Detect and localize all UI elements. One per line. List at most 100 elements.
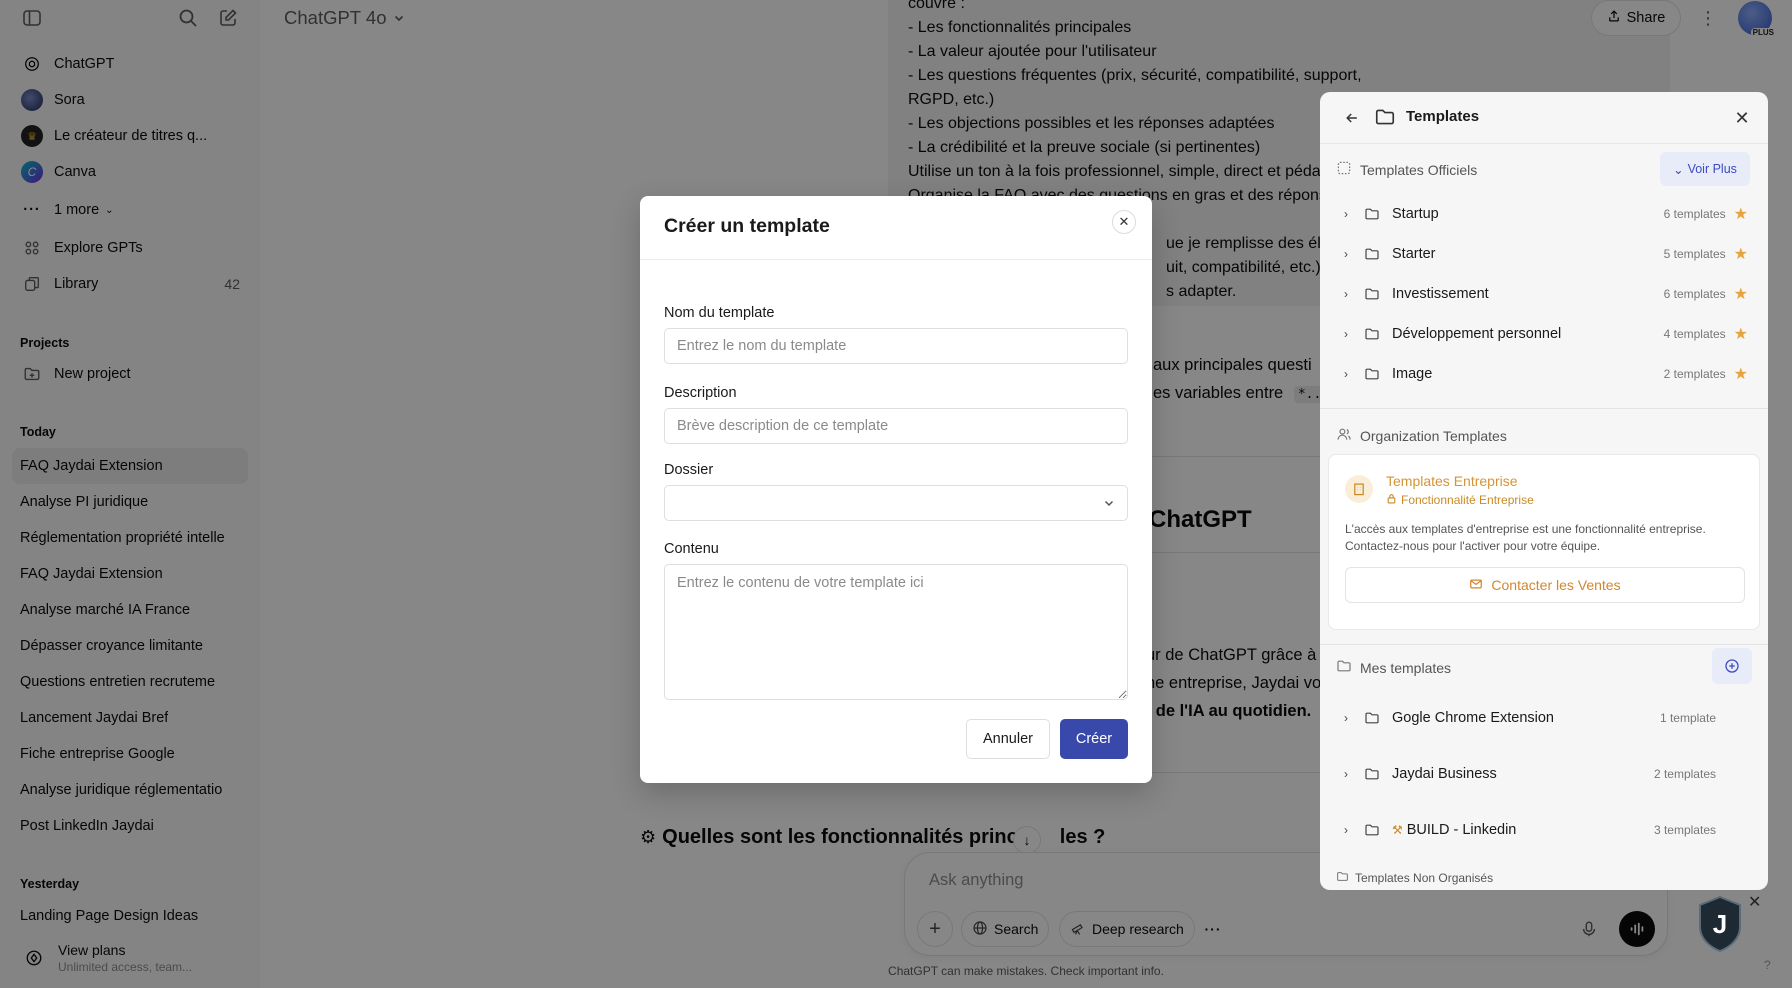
- folder-icon: [1364, 246, 1380, 262]
- content-textarea[interactable]: [664, 564, 1128, 700]
- folder-icon: [1364, 766, 1380, 782]
- folder-icon: [1364, 710, 1380, 726]
- back-arrow-icon[interactable]: [1340, 106, 1364, 130]
- template-count: 6 templates: [1663, 287, 1726, 301]
- chevron-right-icon: ›: [1344, 287, 1348, 301]
- chevron-right-icon: ›: [1344, 823, 1348, 837]
- folder-name: BUILD - Linkedin: [1406, 822, 1517, 838]
- folder-row-investissement[interactable]: › Investissement 6 templates ★: [1344, 274, 1748, 314]
- chevron-down-icon: ⌄: [1673, 162, 1684, 177]
- folder-name: Image: [1392, 366, 1433, 382]
- folder-icon: [1364, 822, 1380, 838]
- chevron-right-icon: ›: [1344, 247, 1348, 261]
- voir-plus-button[interactable]: ⌄ Voir Plus: [1660, 152, 1750, 186]
- dialog-header: Créer un template ✕: [640, 196, 1152, 260]
- chevron-right-icon: ›: [1344, 711, 1348, 725]
- mail-icon: [1469, 577, 1483, 594]
- create-template-dialog: Créer un template ✕ Nom du template Desc…: [640, 196, 1152, 783]
- folder-name: Gogle Chrome Extension: [1392, 710, 1554, 726]
- folder-icon: [1336, 870, 1349, 886]
- star-icon[interactable]: ★: [1734, 284, 1748, 304]
- building-icon: [1345, 475, 1373, 503]
- jaydai-logo-icon: J: [1699, 895, 1741, 953]
- chevron-right-icon: ›: [1344, 327, 1348, 341]
- folder-row-developpement[interactable]: › Développement personnel 4 templates ★: [1344, 314, 1748, 354]
- section-label: Mes templates: [1360, 659, 1452, 676]
- content-label: Contenu: [664, 541, 719, 557]
- create-button[interactable]: Créer: [1060, 719, 1128, 759]
- my-folder-row[interactable]: › ⚒ BUILD - Linkedin 3 templates: [1344, 810, 1724, 850]
- enterprise-card: Templates Entreprise Fonctionnalité Entr…: [1328, 454, 1760, 630]
- star-icon[interactable]: ★: [1734, 364, 1748, 384]
- close-launcher-icon[interactable]: ✕: [1748, 892, 1761, 912]
- star-icon[interactable]: ★: [1734, 324, 1748, 344]
- folder-icon: [1364, 366, 1380, 382]
- chevron-right-icon: ›: [1344, 367, 1348, 381]
- star-icon[interactable]: ★: [1734, 204, 1748, 224]
- templates-panel-title: Templates: [1406, 108, 1480, 125]
- folder-icon: [1364, 206, 1380, 222]
- folder-open-icon: [1374, 106, 1396, 131]
- my-templates-heading: Mes templates: [1336, 658, 1451, 677]
- add-template-button[interactable]: [1712, 648, 1752, 684]
- folder-label: Dossier: [664, 462, 714, 478]
- enterprise-description: L'accès aux templates d'entreprise est u…: [1345, 522, 1706, 553]
- description-label: Description: [664, 385, 737, 401]
- section-label: Templates Officiels: [1360, 161, 1478, 178]
- template-count: 6 templates: [1663, 207, 1726, 221]
- template-name-label: Nom du template: [664, 305, 775, 321]
- unorganized-templates-heading: Templates Non Organisés: [1336, 870, 1493, 886]
- folder-icon: [1364, 326, 1380, 342]
- folder-name: Starter: [1392, 246, 1436, 262]
- folder-select[interactable]: [664, 485, 1128, 521]
- templates-icon: [1336, 160, 1352, 179]
- template-count: 5 templates: [1663, 247, 1726, 261]
- template-name-input[interactable]: [664, 328, 1128, 364]
- folder-icon: [1336, 658, 1352, 677]
- organization-templates-heading: Organization Templates: [1336, 426, 1507, 445]
- close-icon[interactable]: ✕: [1112, 210, 1136, 234]
- build-emoji-icon: ⚒: [1392, 823, 1403, 837]
- folder-name: Jaydai Business: [1392, 766, 1497, 782]
- folder-row-startup[interactable]: › Startup 6 templates ★: [1344, 194, 1748, 234]
- enterprise-subtitle: Fonctionnalité Entreprise: [1386, 493, 1534, 507]
- close-icon[interactable]: ✕: [1730, 106, 1754, 130]
- voir-plus-label: Voir Plus: [1687, 162, 1737, 176]
- description-input[interactable]: [664, 408, 1128, 444]
- chevron-right-icon: ›: [1344, 767, 1348, 781]
- templates-panel: Templates ✕ Templates Officiels ⌄ Voir P…: [1320, 92, 1768, 890]
- dialog-title: Créer un template: [664, 215, 830, 237]
- section-label: Templates Non Organisés: [1355, 871, 1494, 885]
- folder-row-image[interactable]: › Image 2 templates ★: [1344, 354, 1748, 394]
- users-icon: [1336, 426, 1352, 445]
- divider: [1320, 408, 1768, 409]
- star-icon[interactable]: ★: [1734, 244, 1748, 264]
- template-count: 2 templates: [1663, 367, 1726, 381]
- chevron-right-icon: ›: [1344, 207, 1348, 221]
- help-icon[interactable]: ?: [1764, 958, 1771, 972]
- jaydai-launcher-button[interactable]: J: [1696, 895, 1744, 953]
- folder-name: Investissement: [1392, 286, 1489, 302]
- contact-sales-label: Contacter les Ventes: [1491, 577, 1621, 593]
- lock-icon: [1386, 493, 1397, 507]
- svg-text:J: J: [1713, 909, 1727, 939]
- folder-row-starter[interactable]: › Starter 5 templates ★: [1344, 234, 1748, 274]
- cancel-button[interactable]: Annuler: [966, 719, 1050, 759]
- plus-circle-icon: [1725, 659, 1739, 673]
- my-folder-row[interactable]: › Jaydai Business 2 templates: [1344, 754, 1724, 794]
- enterprise-title: Templates Entreprise: [1386, 473, 1518, 489]
- template-count: 3 templates: [1653, 823, 1716, 837]
- template-count: 1 template: [1659, 711, 1716, 725]
- official-templates-heading: Templates Officiels: [1336, 160, 1477, 179]
- chevron-down-icon: [1103, 496, 1115, 512]
- folder-name: Startup: [1392, 206, 1439, 222]
- my-folder-row[interactable]: › Gogle Chrome Extension 1 template: [1344, 698, 1724, 738]
- template-count: 2 templates: [1653, 767, 1716, 781]
- folder-name: Développement personnel: [1392, 326, 1562, 342]
- contact-sales-button[interactable]: Contacter les Ventes: [1345, 567, 1745, 603]
- enterprise-subtitle-text: Fonctionnalité Entreprise: [1401, 493, 1534, 507]
- template-count: 4 templates: [1663, 327, 1726, 341]
- templates-panel-header: Templates ✕: [1320, 92, 1768, 144]
- folder-icon: [1364, 286, 1380, 302]
- divider: [1320, 644, 1768, 645]
